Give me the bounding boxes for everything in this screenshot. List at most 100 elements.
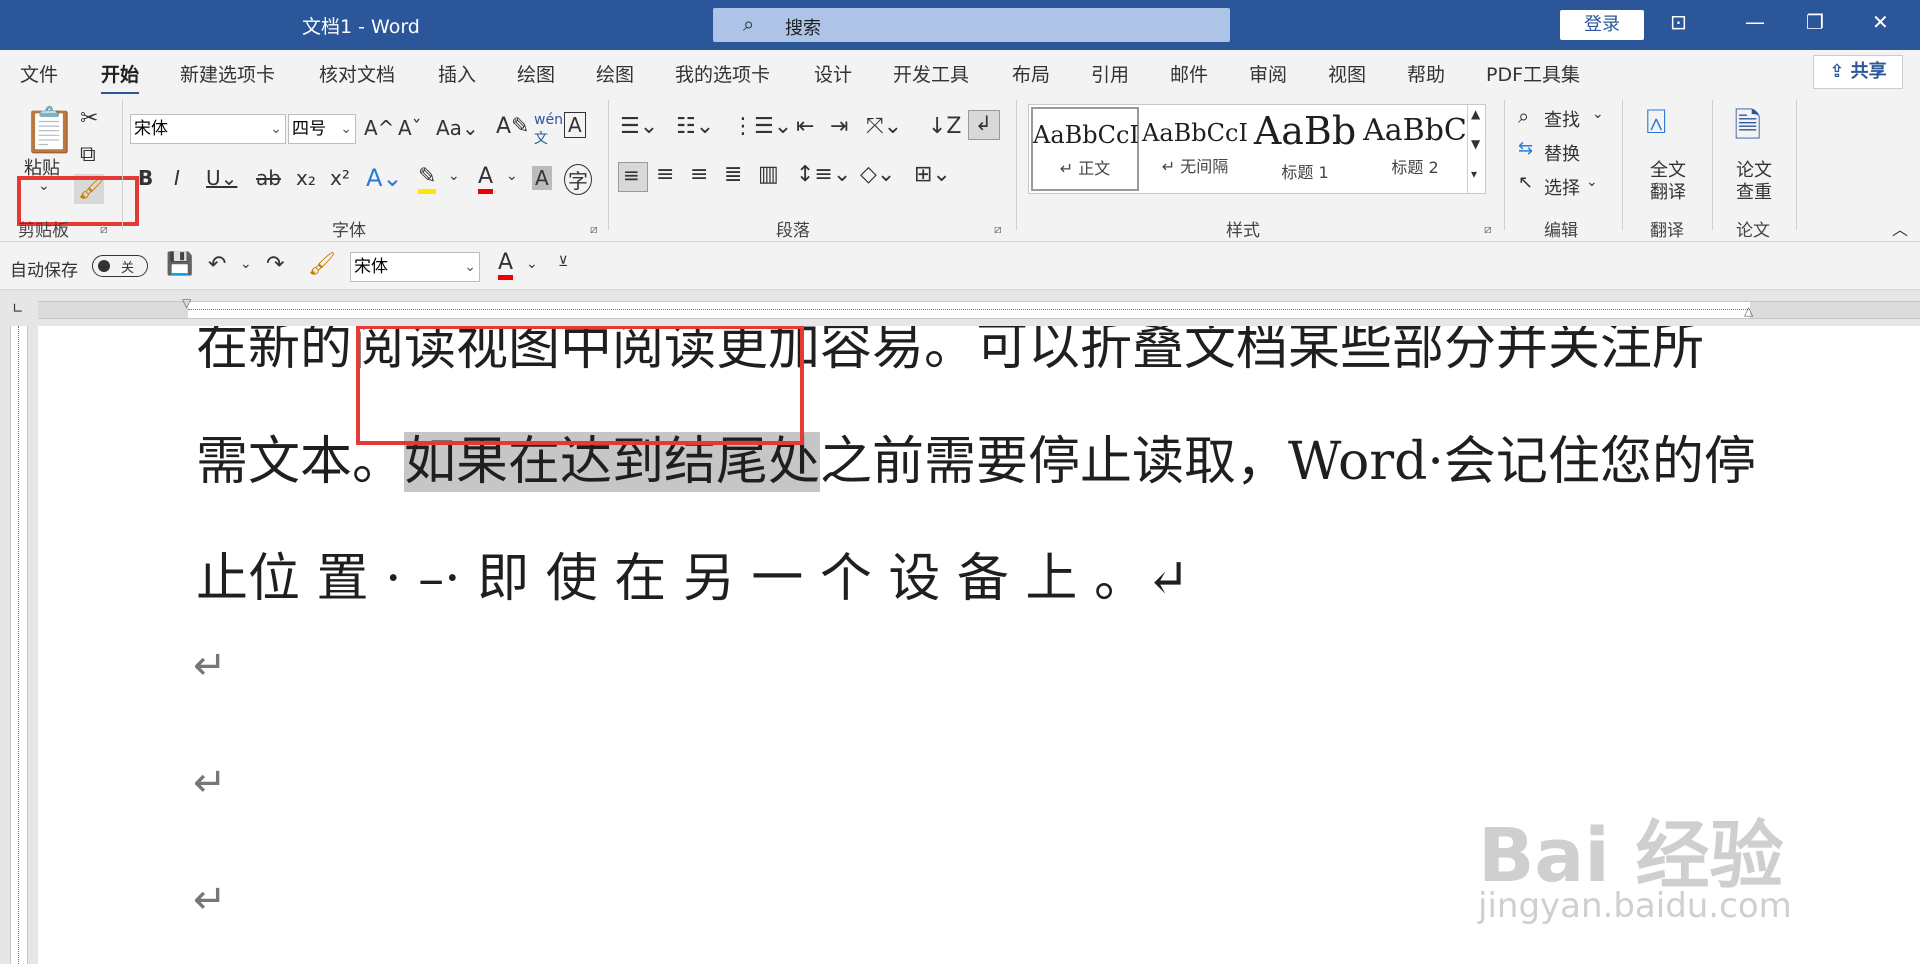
font-color-icon[interactable]: A bbox=[498, 250, 514, 280]
bullets-icon[interactable]: ☰⌄ bbox=[620, 114, 658, 139]
style-heading-2[interactable]: AaBbC 标题 2 bbox=[1361, 107, 1469, 191]
tab-home[interactable]: 开始 bbox=[101, 60, 140, 95]
font-name-combo[interactable]: 宋体 ⌄ bbox=[130, 114, 286, 144]
tab-insert[interactable]: 插入 bbox=[438, 60, 476, 87]
chevron-up-icon[interactable]: ▲ bbox=[1471, 107, 1480, 121]
gallery-more-icon[interactable]: ▾ bbox=[1471, 167, 1477, 181]
tab-draw-2[interactable]: 绘图 bbox=[596, 60, 634, 87]
paste-icon[interactable]: 📋 bbox=[22, 104, 77, 156]
copy-icon[interactable]: ⧉ bbox=[80, 142, 96, 167]
increase-indent-icon[interactable]: ⇥ bbox=[830, 114, 848, 139]
tab-help[interactable]: 帮助 bbox=[1407, 60, 1445, 87]
cut-icon[interactable]: ✂ bbox=[80, 106, 98, 131]
line-spacing-icon[interactable]: ↕≡⌄ bbox=[796, 162, 851, 187]
tab-new[interactable]: 新建选项卡 bbox=[180, 60, 275, 87]
right-indent-icon[interactable]: △ bbox=[1744, 304, 1753, 318]
close-icon[interactable]: ✕ bbox=[1872, 10, 1889, 34]
document-page[interactable]: 在新的阅读视图中阅读更加容易。可以折叠文档某些部分并关注所 需文本。如果在达到结… bbox=[38, 326, 1920, 964]
bold-icon[interactable]: B bbox=[138, 166, 153, 190]
share-button[interactable]: ⇪ 共享 bbox=[1813, 55, 1903, 89]
tab-check-doc[interactable]: 核对文档 bbox=[319, 60, 395, 87]
style-no-spacing[interactable]: AaBbCcI ↵ 无间隔 bbox=[1141, 107, 1249, 191]
chevron-down-icon[interactable]: ⌄ bbox=[1592, 106, 1604, 122]
font-size-combo[interactable]: 四号 ⌄ bbox=[288, 114, 356, 144]
ribbon-display-icon[interactable]: ⊡ bbox=[1670, 10, 1687, 34]
tab-draw-1[interactable]: 绘图 bbox=[517, 60, 555, 87]
vertical-ruler[interactable] bbox=[0, 326, 38, 964]
search-box[interactable]: ⌕ 搜索 bbox=[713, 8, 1230, 42]
chevron-down-icon[interactable]: ⌄ bbox=[448, 168, 460, 184]
gallery-scroll[interactable]: ▲ ▼ ▾ bbox=[1467, 105, 1485, 193]
char-border-icon[interactable]: A bbox=[564, 112, 586, 138]
tab-layout[interactable]: 布局 bbox=[1012, 60, 1050, 87]
login-button[interactable]: 登录 bbox=[1560, 10, 1644, 40]
collapse-ribbon-icon[interactable]: ︿ bbox=[1892, 216, 1908, 240]
highlight-color-icon[interactable]: ✎ bbox=[418, 164, 437, 194]
tab-selector-icon[interactable]: ∟ bbox=[12, 301, 24, 317]
phonetic-guide-icon[interactable]: wén 文 bbox=[534, 112, 563, 148]
select-icon[interactable]: ↖ bbox=[1518, 172, 1533, 193]
distributed-icon[interactable]: ▥ bbox=[758, 162, 779, 187]
subscript-icon[interactable]: x₂ bbox=[296, 166, 316, 190]
tab-file[interactable]: 文件 bbox=[20, 60, 58, 87]
save-icon[interactable]: 💾 bbox=[166, 252, 193, 277]
decrease-indent-icon[interactable]: ⇤ bbox=[796, 114, 814, 139]
doc-line-2[interactable]: 止位 置 · –· 即 使 在 另 一 个 设 备 上 。↵ bbox=[196, 536, 1190, 611]
shrink-font-icon[interactable]: Aˇ bbox=[398, 116, 422, 140]
autosave-toggle[interactable]: 关 bbox=[92, 255, 148, 277]
align-right-icon[interactable]: ≡ bbox=[690, 162, 708, 187]
horizontal-ruler[interactable]: ∟ ▽ △ bbox=[0, 291, 1920, 326]
indent-marker-icon[interactable]: ▽ bbox=[182, 296, 191, 310]
restore-icon[interactable]: ❐ bbox=[1806, 10, 1824, 34]
find-label[interactable]: 查找 bbox=[1544, 106, 1580, 132]
tab-references[interactable]: 引用 bbox=[1091, 60, 1129, 87]
tab-pdf-tools[interactable]: PDF工具集 bbox=[1486, 60, 1580, 87]
chevron-down-icon[interactable]: ⌄ bbox=[1586, 174, 1598, 190]
align-center-icon[interactable]: ≡ bbox=[656, 162, 674, 187]
tab-review[interactable]: 审阅 bbox=[1249, 60, 1287, 87]
chinese-layout-icon[interactable]: ⤧⌄ bbox=[866, 114, 902, 139]
redo-icon[interactable]: ↷ bbox=[266, 252, 284, 277]
align-left-button[interactable]: ≡ bbox=[618, 162, 648, 192]
select-label[interactable]: 选择 bbox=[1544, 174, 1580, 200]
clipboard-launcher-icon[interactable]: ⧄ bbox=[100, 222, 108, 237]
chevron-down-icon[interactable]: ▼ bbox=[1471, 137, 1480, 151]
clear-format-icon[interactable]: A✎ bbox=[496, 114, 529, 139]
style-normal[interactable]: AaBbCcI ↵ 正文 bbox=[1031, 107, 1139, 191]
replace-icon[interactable]: ⇆ bbox=[1518, 138, 1533, 159]
find-icon[interactable]: ⌕ bbox=[1518, 104, 1529, 128]
tab-design[interactable]: 设计 bbox=[814, 60, 852, 87]
tab-developer[interactable]: 开发工具 bbox=[893, 60, 969, 87]
undo-icon[interactable]: ↶ bbox=[208, 252, 226, 277]
format-painter-icon[interactable]: 🖌 bbox=[308, 252, 336, 277]
qat-font-combo[interactable]: 宋体 ⌄ bbox=[350, 252, 480, 282]
paragraph-launcher-icon[interactable]: ⧄ bbox=[994, 222, 1002, 237]
translate-full-line2[interactable]: 翻译 bbox=[1650, 178, 1686, 204]
paper-line2[interactable]: 查重 bbox=[1736, 178, 1772, 204]
tab-view[interactable]: 视图 bbox=[1328, 60, 1366, 87]
styles-launcher-icon[interactable]: ⧄ bbox=[1484, 222, 1492, 237]
italic-icon[interactable]: I bbox=[174, 166, 180, 190]
shading-icon[interactable]: ◇⌄ bbox=[860, 162, 895, 187]
translate-icon[interactable]: ⍓ bbox=[1646, 102, 1666, 142]
chevron-down-icon[interactable]: ⌄ bbox=[506, 168, 518, 184]
show-marks-button[interactable]: ↲ bbox=[968, 110, 1000, 140]
underline-icon[interactable]: U⌄ bbox=[206, 166, 237, 190]
borders-icon[interactable]: ⊞⌄ bbox=[914, 162, 951, 187]
replace-label[interactable]: 替换 bbox=[1544, 140, 1580, 166]
chevron-down-icon[interactable]: ⌄ bbox=[526, 256, 538, 272]
enclose-char-icon[interactable]: 字 bbox=[564, 164, 592, 195]
tab-mailings[interactable]: 邮件 bbox=[1170, 60, 1208, 87]
paper-check-icon[interactable]: 🗎 bbox=[1734, 102, 1761, 159]
text-effects-icon[interactable]: A⌄ bbox=[366, 164, 403, 192]
justify-icon[interactable]: ≣ bbox=[724, 162, 742, 187]
grow-font-icon[interactable]: A^ bbox=[364, 116, 394, 140]
change-case-icon[interactable]: Aa⌄ bbox=[436, 116, 479, 140]
font-color-icon[interactable]: A bbox=[478, 164, 494, 194]
sort-icon[interactable]: ↓Z bbox=[928, 114, 962, 139]
strikethrough-icon[interactable]: ab bbox=[256, 166, 281, 190]
font-launcher-icon[interactable]: ⧄ bbox=[590, 222, 598, 237]
numbering-icon[interactable]: ☷⌄ bbox=[676, 114, 714, 139]
chevron-down-icon[interactable]: ⌄ bbox=[240, 256, 252, 272]
multilevel-list-icon[interactable]: ⋮☰⌄ bbox=[732, 114, 792, 139]
